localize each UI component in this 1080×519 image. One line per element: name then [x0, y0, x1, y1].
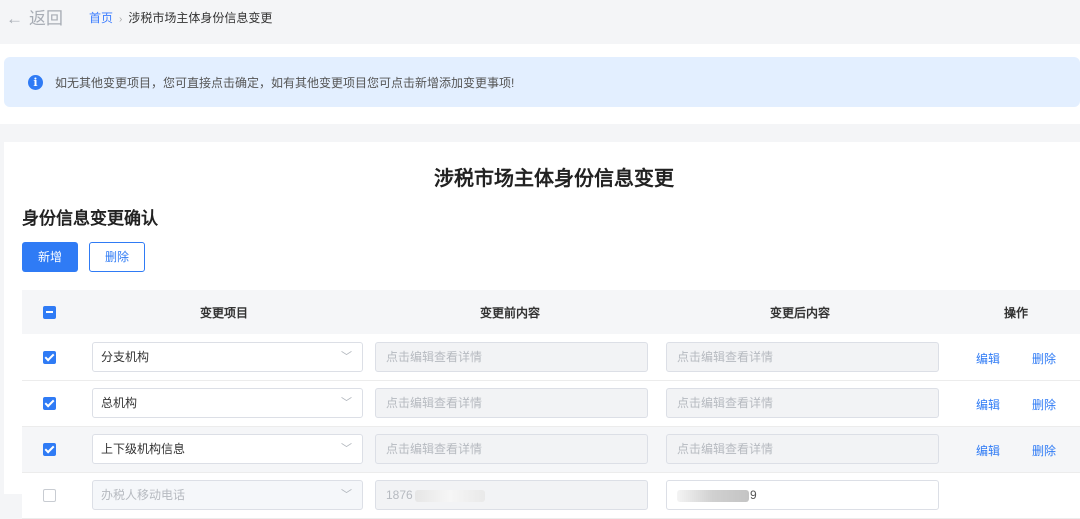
section-gap	[0, 124, 1080, 142]
back-arrow-icon: ←	[6, 9, 23, 28]
select-all-checkbox[interactable]	[43, 306, 56, 319]
main-panel: 涉税市场主体身份信息变更 身份信息变更确认 新增 删除 变更项目 变更前内容 变…	[4, 142, 1080, 519]
table-header: 变更项目 变更前内容 变更后内容 操作	[22, 290, 1080, 334]
chevron-down-icon: ﹀	[341, 489, 352, 501]
after-content-field[interactable]: 点击编辑查看详情	[666, 388, 939, 418]
table-row: 上下级机构信息 ﹀ 点击编辑查看详情 点击编辑查看详情 编辑 删除	[22, 427, 1080, 473]
table-row: 总机构 ﹀ 点击编辑查看详情 点击编辑查看详情 编辑 删除	[22, 381, 1080, 427]
add-button[interactable]: 新增	[22, 242, 78, 272]
delete-link[interactable]: 删除	[1032, 350, 1056, 367]
change-item-select[interactable]: 总机构 ﹀	[92, 388, 363, 418]
page-title: 涉税市场主体身份信息变更	[434, 168, 674, 190]
column-header-item: 变更项目	[200, 306, 249, 320]
row-checkbox[interactable]	[43, 351, 56, 364]
section-title: 身份信息变更确认	[22, 209, 158, 228]
breadcrumb-home-link[interactable]: 首页	[89, 11, 113, 25]
row-checkbox[interactable]	[43, 443, 56, 456]
notice-section: i 如无其他变更项目，您可直接点击确定，如有其他变更项目您可点击新增添加变更事项…	[0, 44, 1080, 124]
table-row: 分支机构 ﹀ 点击编辑查看详情 点击编辑查看详情 编辑 删除	[22, 335, 1080, 381]
before-content-field[interactable]: 点击编辑查看详情	[375, 434, 648, 464]
back-button[interactable]: ← 返回	[6, 4, 63, 29]
change-item-value: 分支机构	[101, 350, 150, 364]
change-item-value: 总机构	[101, 396, 138, 410]
redacted-mask	[677, 489, 749, 502]
change-item-value: 办税人移动电话	[101, 488, 186, 502]
top-bar: ← 返回 首页 › 涉税市场主体身份信息变更	[0, 0, 1080, 44]
notice-banner: i 如无其他变更项目，您可直接点击确定，如有其他变更项目您可点击新增添加变更事项…	[4, 57, 1080, 107]
edit-link[interactable]: 编辑	[976, 350, 1000, 367]
column-header-before: 变更前内容	[480, 306, 541, 320]
before-content-field[interactable]: 点击编辑查看详情	[375, 342, 648, 372]
chevron-down-icon: ﹀	[341, 443, 352, 455]
after-content-field[interactable]: 点击编辑查看详情	[666, 434, 939, 464]
delete-link[interactable]: 删除	[1032, 442, 1056, 459]
edit-link[interactable]: 编辑	[976, 396, 1000, 413]
change-item-select[interactable]: 上下级机构信息 ﹀	[92, 434, 363, 464]
change-item-select[interactable]: 办税人移动电话 ﹀	[92, 480, 363, 510]
delete-button[interactable]: 删除	[89, 242, 145, 272]
redacted-mask	[414, 489, 485, 502]
after-content-value: 9	[750, 488, 757, 502]
column-header-after: 变更后内容	[770, 306, 831, 320]
chevron-down-icon: ﹀	[341, 351, 352, 363]
table-row: 办税人移动电话 ﹀ 1876 9	[22, 473, 1080, 519]
row-checkbox[interactable]	[43, 489, 56, 502]
edit-link[interactable]: 编辑	[976, 442, 1000, 459]
notice-text: 如无其他变更项目，您可直接点击确定，如有其他变更项目您可点击新增添加变更事项!	[55, 76, 515, 90]
breadcrumb-current: 涉税市场主体身份信息变更	[128, 11, 273, 25]
change-item-select[interactable]: 分支机构 ﹀	[92, 342, 363, 372]
chevron-down-icon: ﹀	[341, 397, 352, 409]
before-content-value: 1876	[386, 488, 413, 502]
change-item-value: 上下级机构信息	[101, 442, 186, 456]
breadcrumb: 首页 › 涉税市场主体身份信息变更	[89, 9, 272, 26]
before-content-field[interactable]: 1876	[375, 480, 648, 510]
info-icon: i	[28, 75, 43, 90]
before-content-field[interactable]: 点击编辑查看详情	[375, 388, 648, 418]
after-content-field[interactable]: 点击编辑查看详情	[666, 342, 939, 372]
row-checkbox[interactable]	[43, 397, 56, 410]
column-header-actions: 操作	[1004, 306, 1029, 320]
delete-link[interactable]: 删除	[1032, 396, 1056, 413]
back-label: 返回	[29, 9, 63, 28]
breadcrumb-separator: ›	[119, 14, 123, 25]
after-content-field[interactable]: 9	[666, 480, 939, 510]
